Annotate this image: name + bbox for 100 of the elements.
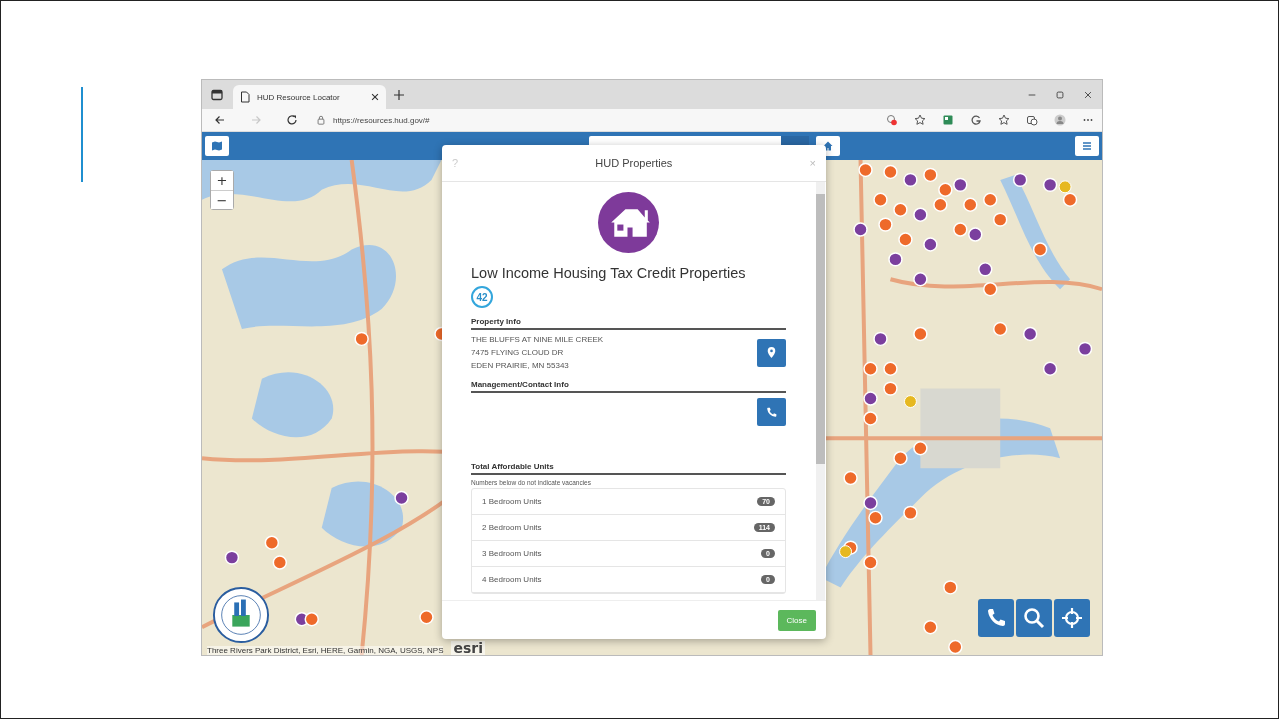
favorite-add-icon[interactable] xyxy=(914,114,926,126)
map-marker-icon xyxy=(893,202,908,217)
extension-icon[interactable] xyxy=(942,114,954,126)
map-marker-icon xyxy=(933,197,948,212)
map-marker-icon xyxy=(858,162,873,178)
tracking-icon[interactable] xyxy=(886,114,898,126)
map-marker-icon xyxy=(394,490,409,506)
map-marker-icon xyxy=(272,555,288,570)
address-line: 7475 FLYING CLOUD DR xyxy=(471,347,565,358)
map-marker-icon xyxy=(224,550,240,565)
map-marker-icon xyxy=(993,321,1008,337)
map-marker-icon xyxy=(863,411,878,426)
map-marker-icon xyxy=(1042,177,1058,193)
url-text: https://resources.hud.gov/# xyxy=(333,115,430,125)
section-heading: Total Affordable Units xyxy=(471,462,786,475)
search-icon xyxy=(1022,606,1046,630)
seal-logo-icon xyxy=(212,586,270,644)
map-marker-icon xyxy=(963,197,978,212)
map-attribution: Three Rivers Park District, Esri, HERE, Garmin, NGA, USGS, NPS xyxy=(207,646,444,655)
map-marker-icon xyxy=(863,391,878,406)
map-marker-icon xyxy=(863,361,878,376)
unit-label: 2 Bedroom Units xyxy=(482,523,542,532)
map-marker-icon xyxy=(868,510,883,526)
map-marker-icon xyxy=(888,252,903,267)
map-marker-icon xyxy=(839,545,853,559)
profile-avatar-icon[interactable] xyxy=(1054,114,1066,126)
close-icon[interactable] xyxy=(370,92,380,102)
map-marker-icon xyxy=(903,505,918,521)
maximize-icon[interactable] xyxy=(1055,89,1065,100)
map-marker-icon xyxy=(913,326,928,342)
section-heading: Management/Contact Info xyxy=(471,380,786,393)
lock-icon xyxy=(316,115,326,125)
browser-tab[interactable]: HUD Resource Locator xyxy=(233,85,386,109)
map-marker-icon xyxy=(953,222,968,237)
map-marker-icon xyxy=(913,272,928,287)
scrollbar[interactable] xyxy=(816,182,825,600)
new-tab-icon[interactable] xyxy=(393,88,405,101)
map-marker-icon xyxy=(883,381,898,396)
map-marker-icon xyxy=(853,222,868,237)
map-marker-icon xyxy=(943,580,958,595)
map-marker-icon xyxy=(873,192,888,207)
dialog-title: HUD Properties xyxy=(594,157,674,169)
house-icon xyxy=(598,192,659,253)
map-marker-icon xyxy=(983,192,998,207)
close-icon[interactable] xyxy=(1083,89,1093,100)
map-marker-icon xyxy=(1042,361,1058,376)
program-heading: Low Income Housing Tax Credit Properties xyxy=(471,265,747,281)
map-marker-icon xyxy=(903,172,918,188)
map-marker-icon xyxy=(878,217,893,232)
map-marker-icon xyxy=(923,167,938,183)
map-marker-icon xyxy=(843,470,858,486)
map-marker-icon xyxy=(354,331,369,347)
map-marker-icon xyxy=(883,164,898,180)
zoom-out-button[interactable]: − xyxy=(211,190,233,209)
map-marker-icon xyxy=(978,262,993,277)
tab-title: HUD Resource Locator xyxy=(257,92,341,102)
map-marker-icon xyxy=(898,232,913,247)
search-button[interactable] xyxy=(1016,599,1052,637)
map-marker-icon xyxy=(913,441,928,456)
map-marker-icon xyxy=(953,177,968,193)
menu-icon xyxy=(1081,140,1093,152)
tab-actions-icon[interactable] xyxy=(211,88,223,101)
map-marker-icon xyxy=(968,227,983,242)
scrollbar-thumb[interactable] xyxy=(816,194,825,464)
collections-icon[interactable] xyxy=(1026,114,1038,126)
refresh-icon[interactable] xyxy=(286,114,298,126)
locate-button[interactable] xyxy=(1054,599,1090,637)
map-marker-icon xyxy=(264,535,280,550)
unit-label: 4 Bedroom Units xyxy=(482,575,542,584)
phone-icon xyxy=(765,405,778,419)
map-marker-icon xyxy=(983,282,998,297)
map-button[interactable] xyxy=(205,136,229,156)
map-marker-icon xyxy=(1022,326,1038,342)
map-marker-icon xyxy=(1058,180,1072,194)
unit-label: 3 Bedroom Units xyxy=(482,549,542,558)
section-heading: Property Info xyxy=(471,317,786,330)
map-marker-icon xyxy=(883,361,898,376)
menu-button[interactable] xyxy=(1075,136,1099,156)
phone-button[interactable] xyxy=(978,599,1014,637)
property-count-badge: 42 xyxy=(471,286,493,308)
page-icon xyxy=(239,91,251,103)
map-pin-icon xyxy=(765,346,778,359)
back-icon[interactable] xyxy=(214,114,226,126)
extension-icon[interactable] xyxy=(970,114,982,126)
map-marker-icon xyxy=(304,612,319,627)
map-marker-icon xyxy=(938,182,953,198)
provider-logo: esri xyxy=(451,641,485,655)
map-marker-icon xyxy=(1032,242,1048,257)
favorites-icon[interactable] xyxy=(998,114,1010,126)
map-marker-icon xyxy=(1012,172,1028,188)
map-marker-icon xyxy=(993,212,1008,227)
map-marker-icon xyxy=(923,237,938,252)
location-button[interactable] xyxy=(757,338,786,367)
map-marker-icon xyxy=(1077,341,1093,357)
phone-button[interactable] xyxy=(757,398,786,426)
address-line: THE BLUFFS AT NINE MILE CREEK xyxy=(471,334,604,345)
map-icon xyxy=(211,140,223,152)
map-marker-icon xyxy=(419,610,434,625)
address-line: EDEN PRAIRIE, MN 55343 xyxy=(471,360,570,371)
map-marker-icon xyxy=(863,495,878,511)
